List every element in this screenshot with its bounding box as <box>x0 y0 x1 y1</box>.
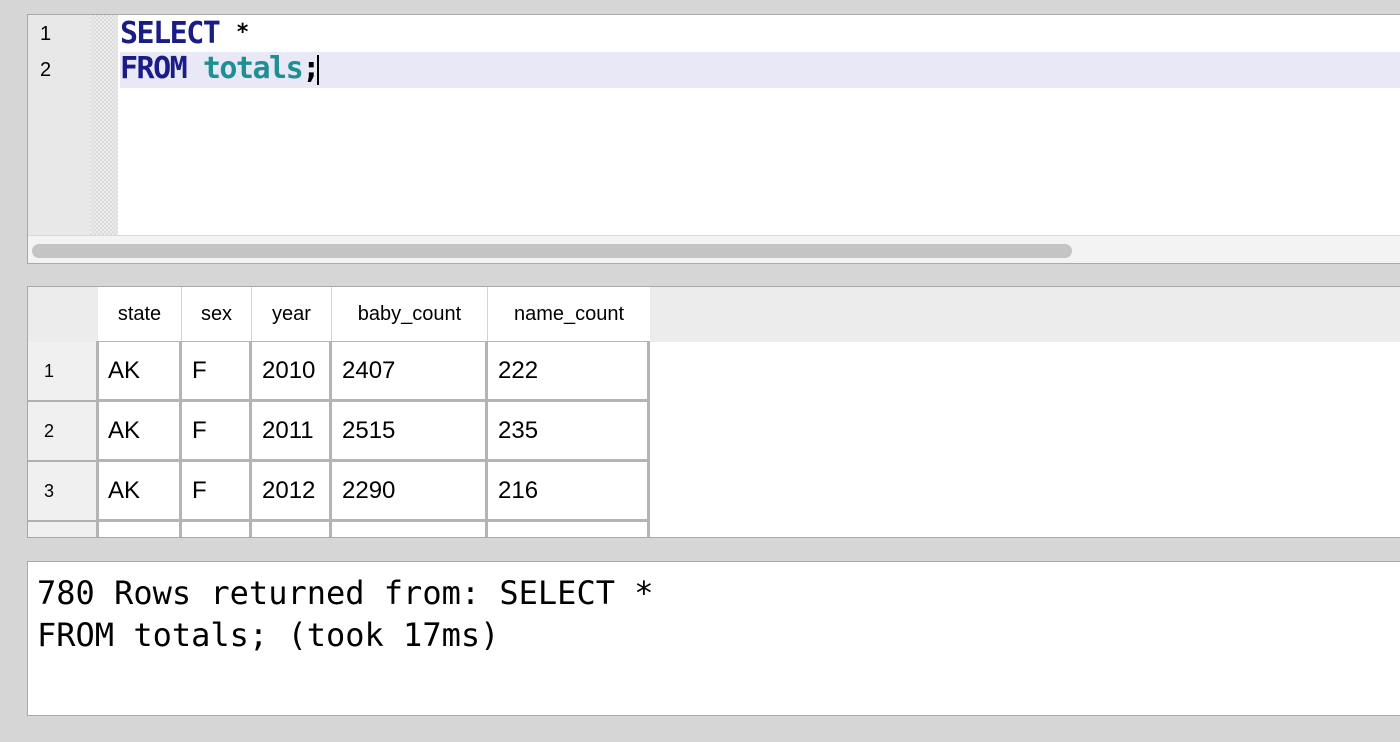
cell-state[interactable]: AK <box>98 462 182 522</box>
cell-sex[interactable] <box>182 522 252 537</box>
cell-state[interactable]: AK <box>98 402 182 462</box>
cell-year[interactable]: 2010 <box>252 342 332 402</box>
cell-sex[interactable]: F <box>182 342 252 402</box>
grid-divider <box>96 342 99 537</box>
row-header[interactable] <box>28 522 98 537</box>
cell-name-count[interactable]: 222 <box>488 342 650 402</box>
message-pane[interactable]: 780 Rows returned from: SELECT * FROM to… <box>27 561 1400 716</box>
cell-name-count[interactable] <box>488 522 650 537</box>
column-header-baby-count[interactable]: baby_count <box>332 287 488 342</box>
status-line-1: 780 Rows returned from: SELECT * <box>37 574 654 612</box>
cell-state[interactable] <box>98 522 182 537</box>
status-line-2: FROM totals; (took 17ms) <box>37 616 500 654</box>
code-line-1[interactable]: SELECT * <box>120 15 249 51</box>
fold-margin <box>90 15 118 235</box>
query-status-message: 780 Rows returned from: SELECT * FROM to… <box>37 572 654 656</box>
sql-keyword: SELECT <box>120 16 221 51</box>
cell-baby-count[interactable]: 2290 <box>332 462 488 522</box>
cell-baby-count[interactable] <box>332 522 488 537</box>
row-header[interactable]: 1 <box>28 342 98 402</box>
column-header-sex[interactable]: sex <box>182 287 252 342</box>
cell-baby-count[interactable]: 2515 <box>332 402 488 462</box>
horizontal-scrollbar[interactable] <box>28 235 1400 263</box>
cell-baby-count[interactable]: 2407 <box>332 342 488 402</box>
cell-sex[interactable]: F <box>182 402 252 462</box>
column-header-year[interactable]: year <box>252 287 332 342</box>
line-number-gutter: 1 2 <box>28 15 90 235</box>
column-header-name-count[interactable]: name_count <box>488 287 650 342</box>
results-grid[interactable]: state sex year baby_count name_count 1 A… <box>27 286 1400 538</box>
row-header[interactable]: 3 <box>28 462 98 522</box>
cell-name-count[interactable]: 216 <box>488 462 650 522</box>
cell-name-count[interactable]: 235 <box>488 402 650 462</box>
sql-editor[interactable]: 1 2 SELECT * FROM totals; <box>27 14 1400 264</box>
row-header[interactable]: 2 <box>28 402 98 462</box>
line-number: 1 <box>40 23 52 45</box>
grid-corner <box>28 287 98 342</box>
cell-year[interactable] <box>252 522 332 537</box>
code-line-2[interactable]: FROM totals; <box>120 51 320 87</box>
sql-identifier: totals <box>202 51 304 86</box>
cell-year[interactable]: 2012 <box>252 462 332 522</box>
cell-sex[interactable]: F <box>182 462 252 522</box>
sql-keyword: FROM <box>120 51 188 86</box>
text-cursor <box>316 54 319 85</box>
cell-state[interactable]: AK <box>98 342 182 402</box>
sql-wildcard: * <box>235 20 249 45</box>
line-number: 2 <box>40 59 52 81</box>
scrollbar-thumb[interactable] <box>32 244 1072 258</box>
column-header-state[interactable]: state <box>98 287 182 342</box>
cell-year[interactable]: 2011 <box>252 402 332 462</box>
